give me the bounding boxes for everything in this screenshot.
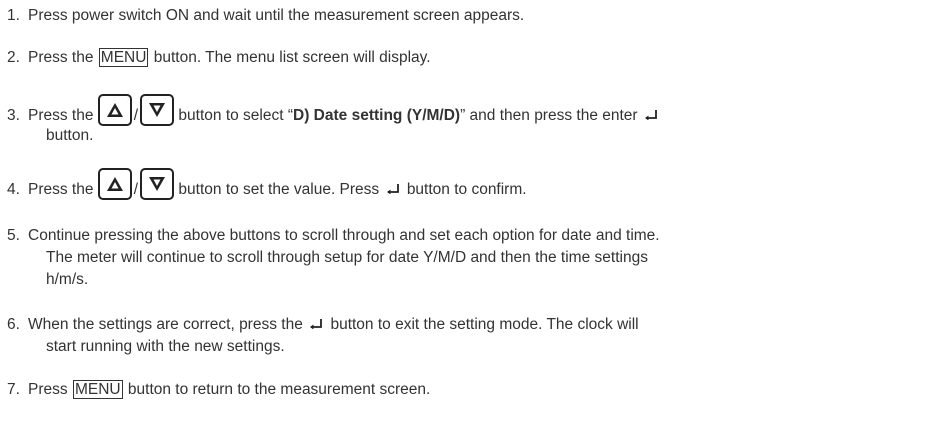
text-segment: button to set the value. Press	[178, 181, 380, 198]
text-continuation: The meter will continue to scroll throug…	[46, 249, 648, 266]
text-segment: button. The menu list screen will displa…	[153, 49, 431, 66]
text-segment: When the settings are correct, press the	[28, 316, 303, 333]
up-arrow-key-icon	[97, 168, 132, 200]
text-segment: ” and then press the enter	[460, 107, 638, 124]
text-segment: Press	[28, 381, 68, 398]
up-arrow-key-icon	[97, 94, 132, 126]
down-arrow-key-icon	[140, 168, 175, 200]
step-text: Press the / button to set the value. Pre…	[28, 168, 928, 200]
text-continuation: h/m/s.	[46, 271, 89, 288]
enter-icon	[386, 184, 399, 194]
text-segment: button to return to the measurement scre…	[127, 381, 431, 398]
text-segment: Press the	[28, 181, 94, 198]
down-arrow-key-icon	[140, 94, 175, 126]
text-continuation: button.	[46, 127, 94, 144]
text-segment: Press the	[28, 107, 94, 124]
menu-key-label: MENU	[72, 380, 123, 399]
enter-icon	[644, 110, 657, 120]
step-text: Continue pressing the above buttons to s…	[28, 226, 928, 289]
text-continuation: start running with the new settings.	[46, 338, 285, 355]
text-segment: button to select “	[178, 107, 294, 124]
menu-key-label: MENU	[98, 48, 149, 67]
step-text: Press power switch ON and wait until the…	[28, 7, 525, 24]
enter-icon	[310, 319, 323, 329]
step-text: When the settings are correct, press the…	[28, 315, 928, 356]
step-text: Press the / button to select “D) Date se…	[28, 94, 928, 145]
text-segment: button to exit the setting mode. The clo…	[330, 316, 639, 333]
step-text: Press the MENU button. The menu list scr…	[28, 48, 928, 67]
text-segment: Press the	[28, 49, 94, 66]
step-text: Press MENU button to return to the measu…	[28, 380, 928, 399]
text-segment: button to confirm.	[406, 181, 527, 198]
menu-option-name: D) Date setting (Y/M/D)	[293, 107, 461, 124]
text-segment: Continue pressing the above buttons to s…	[28, 227, 660, 244]
